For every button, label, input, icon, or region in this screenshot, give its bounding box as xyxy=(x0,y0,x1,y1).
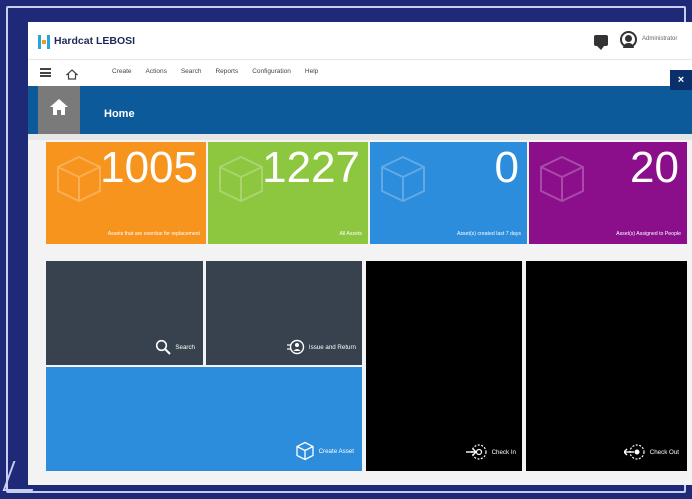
search-icon xyxy=(156,339,172,355)
stat-tile-all-assets[interactable]: 1227 All Assets xyxy=(208,142,368,244)
search-tile[interactable]: Search xyxy=(46,261,203,365)
close-button[interactable]: × xyxy=(670,70,692,90)
stat-value: 1227 xyxy=(262,143,360,192)
page-title: Home xyxy=(104,108,135,120)
issue-return-tile[interactable]: Issue and Return xyxy=(206,261,362,365)
nav-item-help[interactable]: Help xyxy=(305,68,318,75)
user-avatar-icon[interactable] xyxy=(620,31,637,48)
cube-icon xyxy=(381,155,425,203)
home-icon xyxy=(50,99,68,115)
search-tile-label: Search xyxy=(155,339,195,355)
nav-item-create[interactable]: Create xyxy=(112,68,132,75)
stat-caption: All Assets xyxy=(339,231,363,237)
nav-item-configuration[interactable]: Configuration xyxy=(252,68,291,75)
main-navbar: Create Actions Search Reports Configurat… xyxy=(28,60,692,86)
check-out-tile-text: Check Out xyxy=(649,448,679,456)
nav-item-reports[interactable]: Reports xyxy=(215,68,238,75)
check-in-tile-text: Check In xyxy=(491,448,516,456)
chat-icon[interactable] xyxy=(594,35,608,50)
nav-home-icon[interactable] xyxy=(65,67,79,80)
check-in-tile[interactable]: Check In xyxy=(366,261,522,471)
check-in-icon xyxy=(465,444,487,460)
create-asset-tile-label: Create Asset xyxy=(295,441,354,461)
nav-item-actions[interactable]: Actions xyxy=(146,68,167,75)
cube-icon xyxy=(219,155,263,203)
issue-return-tile-text: Issue and Return xyxy=(308,343,356,351)
user-name[interactable]: Administrator xyxy=(642,36,677,42)
nav-item-search[interactable]: Search xyxy=(181,68,202,75)
stat-value: 20 xyxy=(630,143,679,192)
list-menu-icon[interactable] xyxy=(40,68,51,77)
cube-icon xyxy=(540,155,584,203)
cube-icon xyxy=(295,441,314,461)
check-in-tile-label: Check In xyxy=(465,443,516,461)
banner-home-button[interactable] xyxy=(38,86,80,138)
issue-return-icon xyxy=(286,339,305,355)
stat-value: 1005 xyxy=(100,143,198,192)
stat-tile-overdue[interactable]: 1005 Assets that are overdue for replace… xyxy=(46,142,206,244)
cube-icon xyxy=(57,155,101,203)
banner-underline xyxy=(28,134,692,140)
app-brand[interactable]: Hardcat LEBOSI xyxy=(54,35,135,47)
stat-caption: Assets that are overdue for replacement xyxy=(107,231,200,237)
check-out-tile[interactable]: Check Out xyxy=(526,261,687,471)
create-asset-tile[interactable]: Create Asset xyxy=(46,367,362,471)
stat-tile-created-recent[interactable]: 0 Asset(s) created last 7 days xyxy=(370,142,527,244)
stat-caption: Asset(s) Assigned to People xyxy=(616,231,681,237)
top-header: Hardcat LEBOSI Administrator xyxy=(28,22,692,60)
issue-return-tile-label: Issue and Return xyxy=(286,339,356,355)
nav-menu: Create Actions Search Reports Configurat… xyxy=(112,68,332,75)
stat-caption: Asset(s) created last 7 days xyxy=(456,231,521,237)
hardcat-logo-icon xyxy=(38,35,50,49)
search-tile-text: Search xyxy=(175,343,195,351)
check-out-icon xyxy=(623,444,645,460)
app-window: Hardcat LEBOSI Administrator Create Acti… xyxy=(28,22,692,485)
stat-tile-assigned-people[interactable]: 20 Asset(s) Assigned to People xyxy=(529,142,687,244)
check-out-tile-label: Check Out xyxy=(623,443,679,461)
create-asset-tile-text: Create Asset xyxy=(318,447,354,455)
stat-value: 0 xyxy=(494,143,519,192)
